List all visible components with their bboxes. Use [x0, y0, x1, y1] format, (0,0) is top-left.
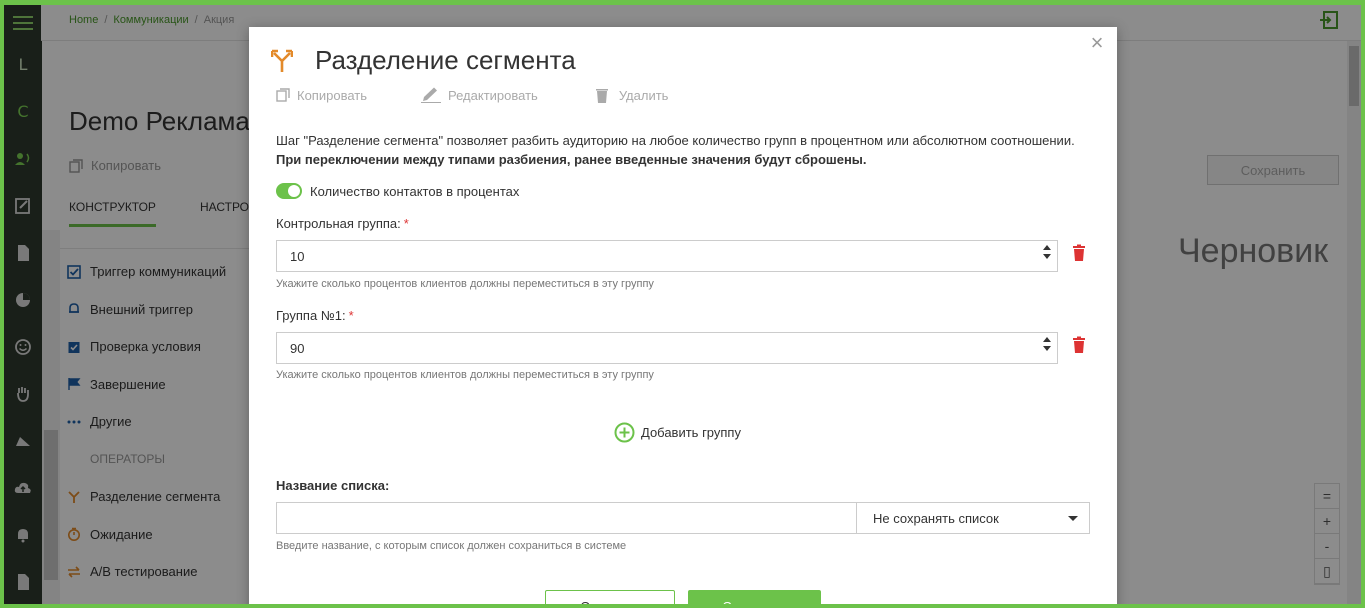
group-1-input[interactable]: 90 — [276, 332, 1058, 364]
pencil-icon — [421, 87, 441, 103]
split-icon — [271, 49, 293, 72]
list-name-label: Название списка: — [276, 478, 390, 493]
number-spinner[interactable] — [1043, 245, 1051, 259]
percent-toggle-label: Количество контактов в процентах — [310, 183, 520, 199]
spinner-up-icon[interactable] — [1043, 337, 1051, 342]
list-name-hint: Введите название, с которым список долже… — [276, 540, 627, 552]
number-spinner[interactable] — [1043, 337, 1051, 351]
copy-button[interactable]: Копировать — [276, 87, 367, 103]
chevron-down-icon — [1068, 516, 1078, 521]
list-name-input[interactable] — [276, 502, 857, 534]
modal-footer: Отменить Сохранить — [545, 590, 821, 608]
control-group-label: Контрольная группа: * — [276, 216, 409, 231]
percent-toggle-row: Количество контактов в процентах — [276, 183, 519, 199]
modal-toolbar: Копировать Редактировать Удалить — [276, 87, 668, 103]
save-list-select[interactable]: Не сохранять список — [856, 502, 1090, 534]
spinner-down-icon[interactable] — [1043, 254, 1051, 259]
group-1-hint: Укажите сколько процентов клиентов должн… — [276, 369, 654, 381]
modal-title: Разделение сегмента — [315, 45, 576, 75]
save-button[interactable]: Сохранить — [688, 590, 821, 608]
edit-button[interactable]: Редактировать — [421, 87, 538, 103]
add-group-button[interactable]: Добавить группу — [614, 422, 741, 443]
spinner-down-icon[interactable] — [1043, 346, 1051, 351]
spinner-up-icon[interactable] — [1043, 245, 1051, 250]
trash-icon — [595, 89, 608, 103]
modal-description: Шаг "Разделение сегмента" позволяет разб… — [276, 133, 1075, 167]
close-icon[interactable]: × — [1087, 32, 1107, 54]
copy-icon — [276, 88, 290, 102]
group-1-label: Группа №1: * — [276, 308, 354, 323]
cancel-button[interactable]: Отменить — [545, 590, 675, 608]
control-group-hint: Укажите сколько процентов клиентов должн… — [276, 278, 654, 290]
control-group-input[interactable]: 10 — [276, 240, 1058, 272]
plus-circle-icon — [614, 422, 635, 443]
percent-toggle[interactable] — [276, 183, 302, 199]
split-segment-modal: × Разделение сегмента Копировать Редакти… — [249, 27, 1117, 608]
modal-header: Разделение сегмента — [271, 45, 576, 76]
delete-button[interactable]: Удалить — [592, 87, 668, 103]
trash-icon[interactable] — [1071, 336, 1087, 354]
trash-icon[interactable] — [1071, 244, 1087, 262]
